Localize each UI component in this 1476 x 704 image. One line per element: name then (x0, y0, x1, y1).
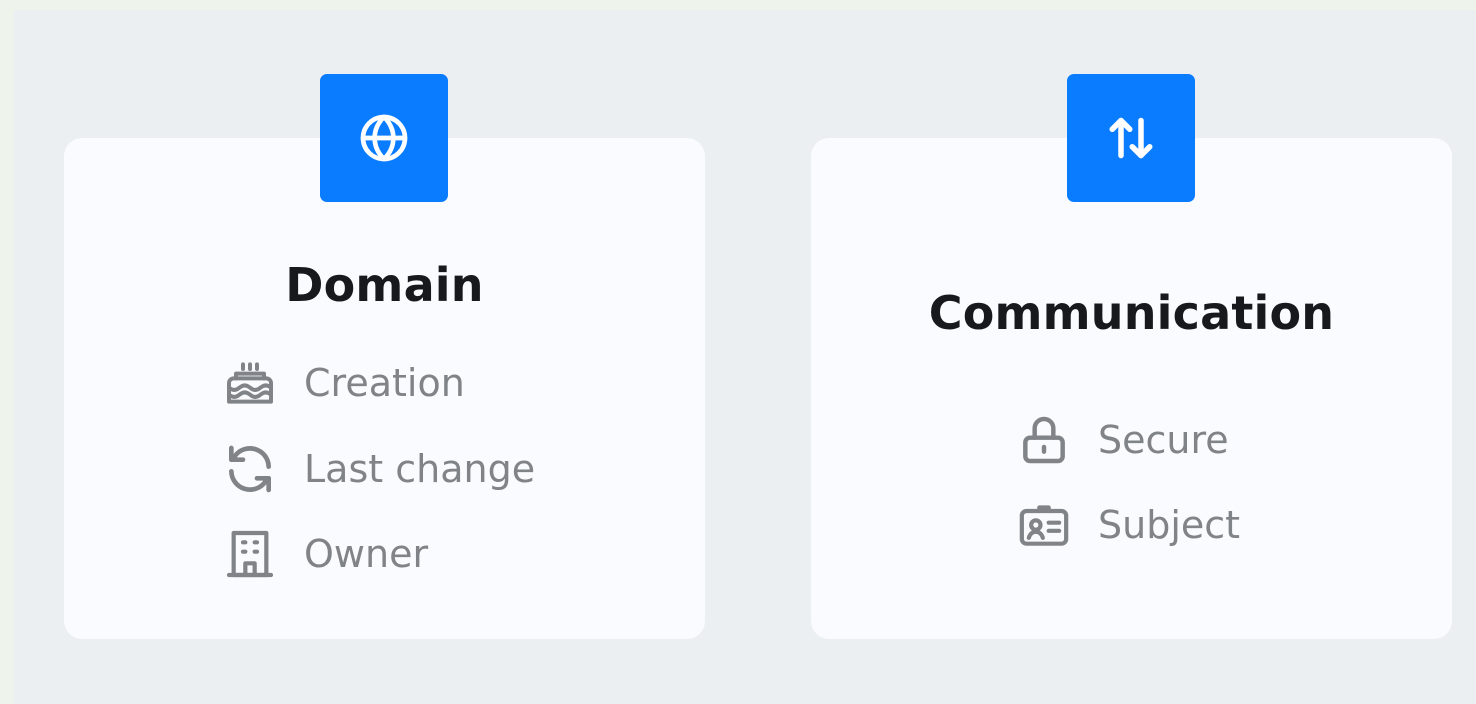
communication-badge (1067, 74, 1195, 202)
cake-icon (222, 355, 278, 411)
list-item-creation: Creation (222, 355, 465, 411)
list-item-label: Owner (304, 532, 429, 576)
list-item-subject: Subject (1016, 497, 1240, 553)
communication-card (811, 138, 1452, 639)
list-item-owner: Owner (222, 526, 428, 582)
list-item-label: Last change (304, 447, 536, 491)
list-item-label: Subject (1098, 503, 1241, 547)
list-item-label: Secure (1098, 418, 1229, 462)
arrows-up-down-icon (1109, 117, 1153, 159)
lock-icon (1016, 412, 1072, 468)
domain-title: Domain (285, 258, 484, 312)
refresh-icon (222, 441, 278, 497)
globe-icon (360, 114, 408, 162)
building-icon (222, 526, 278, 582)
id-card-icon (1016, 497, 1072, 553)
domain-badge (320, 74, 448, 202)
communication-title: Communication (928, 286, 1335, 340)
list-item-secure: Secure (1016, 412, 1229, 468)
list-item-last-change: Last change (222, 441, 535, 497)
list-item-label: Creation (304, 361, 465, 405)
